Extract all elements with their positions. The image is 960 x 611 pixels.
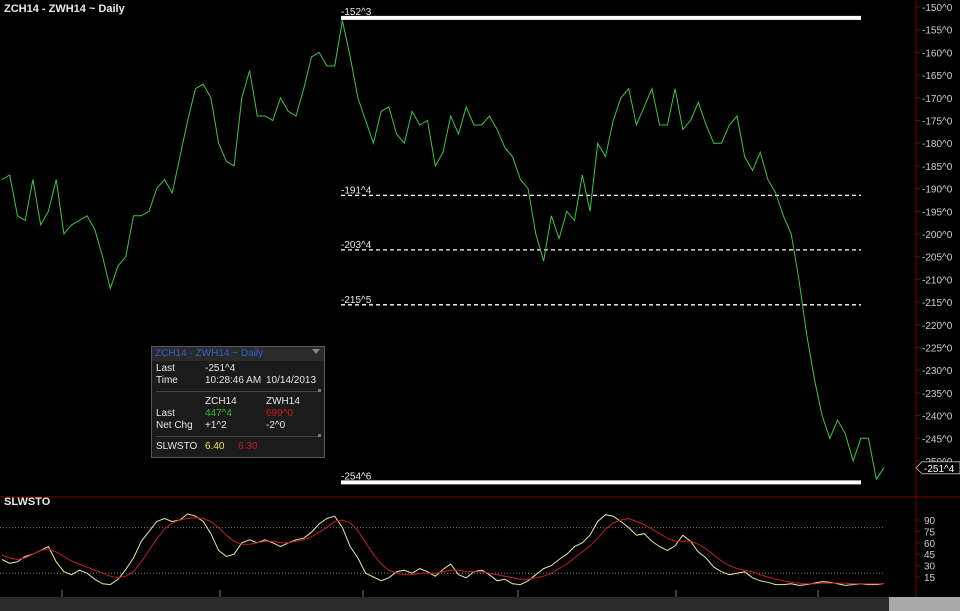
- price-axis-label: -150^0: [922, 3, 953, 14]
- fibonacci-levels: -152^3 -191^4 -203^4 -215^5 -254^6: [341, 7, 861, 485]
- osc-line: [1, 517, 885, 585]
- quote-zwh-netchg: -2^0: [266, 420, 286, 431]
- quote-study-value-1: 6.40: [205, 441, 225, 452]
- oscillator-series: [1, 513, 885, 586]
- quote-time-label: Time: [156, 375, 178, 386]
- quote-netchg-label: Net Chg: [156, 420, 193, 431]
- quote-netchg-row: Net Chg +1^2 -2^0: [156, 420, 285, 431]
- quote-legs-last-row: Last 447^4 699^0: [156, 408, 293, 419]
- osc-axis-label: 45: [924, 550, 936, 561]
- time-scrollbar-track[interactable]: [0, 597, 889, 611]
- price-axis-label: -170^0: [922, 94, 953, 105]
- price-axis-label: -220^0: [922, 321, 953, 332]
- price-axis-label: -175^0: [922, 117, 953, 128]
- quote-time-row: Time 10:28:46 AM 10/14/2013: [156, 375, 316, 386]
- fib-level-label: -191^4: [341, 185, 372, 196]
- price-axis-label: -160^0: [922, 48, 953, 59]
- quote-col-zwh: ZWH14: [266, 396, 300, 407]
- chart-title: ZCH14 - ZWH14 ~ Daily: [4, 3, 125, 15]
- quote-study-label: SLWSTO: [156, 441, 198, 452]
- price-axis-label: -235^0: [922, 389, 953, 400]
- price-axis-label: -165^0: [922, 71, 953, 82]
- quote-study-row: SLWSTO 6.40 6.30: [156, 441, 257, 452]
- price-axis-label: -190^0: [922, 185, 953, 196]
- quote-last-label: Last: [156, 363, 175, 374]
- price-axis-label: -195^0: [922, 207, 953, 218]
- quote-last-value: -251^4: [205, 363, 236, 374]
- quote-window[interactable]: ZCH14 - ZWH14 ~ Daily Last -251^4 Time 1…: [151, 346, 325, 458]
- oscillator-axis: 153045607590: [0, 497, 936, 597]
- quote-divider-2: [156, 436, 318, 437]
- quote-study-value-2: 6.30: [238, 441, 258, 452]
- quote-zch-last: 447^4: [205, 408, 232, 419]
- price-axis-label: -240^0: [922, 412, 953, 423]
- quote-zch-netchg: +1^2: [205, 420, 227, 431]
- osc-axis-label: 15: [924, 573, 936, 584]
- price-axis-label: -180^0: [922, 139, 953, 150]
- quote-last-row: Last -251^4: [156, 363, 235, 374]
- fib-level-label: -254^6: [341, 471, 372, 482]
- price-axis-label: -245^0: [922, 434, 953, 445]
- quote-header[interactable]: ZCH14 - ZWH14 ~ Daily: [152, 347, 324, 361]
- quote-header-title: ZCH14 - ZWH14 ~ Daily: [155, 348, 264, 359]
- fib-level-label: -203^4: [341, 240, 372, 251]
- last-price-label: -251^4: [924, 464, 955, 475]
- osc-line: [1, 513, 885, 586]
- price-axis-label: -215^0: [922, 298, 953, 309]
- fib-level-label: -215^5: [341, 295, 372, 306]
- time-scrollbar-thumb[interactable]: [889, 597, 960, 611]
- chart-canvas: -150^0 -155^0 -160^0 -165^0 -170^0 -175^0 -180…: [0, 0, 960, 610]
- osc-axis-label: 75: [924, 527, 936, 538]
- quote-divider: [156, 391, 318, 392]
- quote-divider-dot-2: [318, 434, 321, 437]
- quote-col-zch: ZCH14: [205, 396, 237, 407]
- price-axis-label: -185^0: [922, 162, 953, 173]
- price-axis: -150^0 -155^0 -160^0 -165^0 -170^0 -175^0 -180…: [0, 0, 960, 498]
- quote-legs-last-label: Last: [156, 408, 175, 419]
- chevron-down-icon[interactable]: [312, 349, 320, 354]
- quote-divider-dot: [318, 389, 321, 392]
- osc-axis-label: 30: [924, 562, 936, 573]
- quote-date-value: 10/14/2013: [266, 375, 317, 386]
- osc-axis-label: 90: [924, 516, 936, 527]
- price-axis-label: -155^0: [922, 26, 953, 37]
- quote-zwh-last: 699^0: [266, 408, 293, 419]
- osc-axis-label: 60: [924, 539, 936, 550]
- quote-time-value: 10:28:46 AM: [205, 375, 262, 386]
- price-axis-label: -205^0: [922, 253, 953, 264]
- oscillator-title: SLWSTO: [4, 496, 51, 508]
- price-axis-label: -230^0: [922, 366, 953, 377]
- price-axis-label: -200^0: [922, 230, 953, 241]
- price-axis-label: -210^0: [922, 275, 953, 286]
- fib-level-label: -152^3: [341, 7, 372, 18]
- price-axis-label: -225^0: [922, 344, 953, 355]
